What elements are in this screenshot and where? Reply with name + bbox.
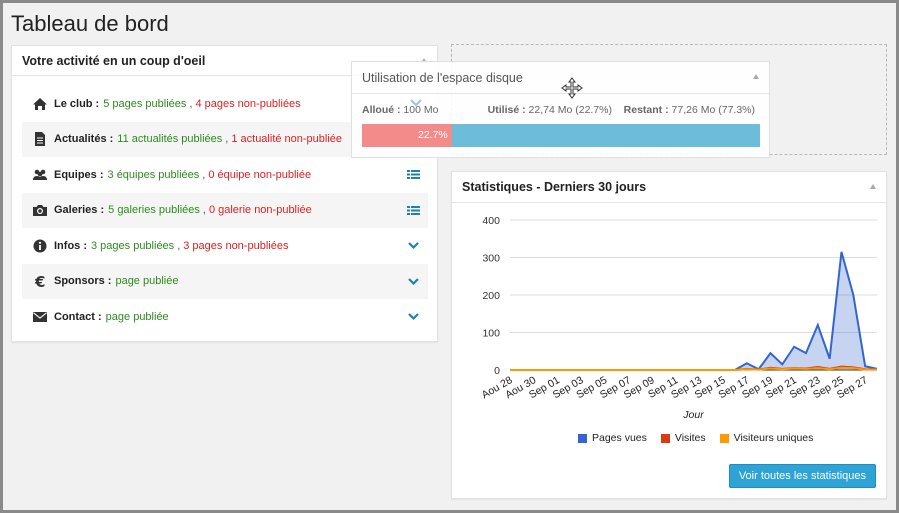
y-tick-label: 200 xyxy=(482,290,500,302)
chevron-down-icon[interactable] xyxy=(407,239,420,252)
separator: , xyxy=(202,168,206,181)
activity-row: Galeries :5 galeries publiées, 0 galerie … xyxy=(22,192,428,228)
disk-percent-label: 22.7% xyxy=(418,129,448,141)
unpublished-link[interactable]: 0 équipe non-publiée xyxy=(208,169,311,181)
activity-row: € Sponsors : page publiée xyxy=(22,263,428,299)
series-area-pages-vues xyxy=(510,251,877,370)
legend-swatch xyxy=(660,433,670,443)
activity-label: Contact : xyxy=(54,310,102,323)
y-tick-label: 400 xyxy=(482,215,500,227)
published-link[interactable]: page publiée xyxy=(106,311,169,323)
page-title: Tableau de bord xyxy=(11,11,169,36)
separator: , xyxy=(189,97,193,110)
unpublished-link[interactable]: 4 pages non-publiées xyxy=(195,98,300,110)
list-icon[interactable] xyxy=(407,204,420,217)
chevron-down-icon[interactable] xyxy=(407,275,420,288)
legend-item-pages-vues: Pages vues xyxy=(578,432,647,444)
chevron-down-icon[interactable] xyxy=(407,310,420,323)
activity-label: Infos : xyxy=(54,239,87,252)
legend-item-visites: Visites xyxy=(660,432,706,444)
activity-label: Sponsors : xyxy=(54,275,112,287)
legend-label: Pages vues xyxy=(592,432,647,444)
move-cursor-icon xyxy=(561,77,583,99)
activity-row: Contact : page publiée xyxy=(22,299,428,334)
euro-icon: € xyxy=(32,273,48,291)
info-icon xyxy=(32,238,48,254)
y-tick-label: 100 xyxy=(482,328,500,340)
published-link[interactable]: page publiée xyxy=(115,275,178,287)
chart-legend: Pages vues Visites Visiteurs uniques xyxy=(578,432,813,444)
legend-item-visiteurs-uniques: Visiteurs uniques xyxy=(719,432,814,444)
x-axis-title: Jour xyxy=(682,409,704,421)
activity-row: Equipes : 3 équipes publiées, 0 équipe non… xyxy=(22,157,428,192)
stats-panel: Statistiques - Derniers 30 jours 0 100 200… xyxy=(451,171,887,499)
stats-panel-title: Statistiques - Derniers 30 jours xyxy=(462,180,647,194)
activity-row: Infos : 3 pages publiées, 3 pages non-publ… xyxy=(22,228,428,263)
legend-swatch xyxy=(719,433,729,443)
disk-usage-panel[interactable]: Utilisation de l'espace disque Alloué : … xyxy=(351,61,770,158)
collapse-caret-icon[interactable] xyxy=(753,74,759,79)
unpublished-link[interactable]: 0 galerie non-publiée xyxy=(209,204,312,216)
disk-panel-title: Utilisation de l'espace disque xyxy=(362,71,523,85)
svg-text:€: € xyxy=(34,273,45,289)
disk-stats: Alloué : 100 Mo Utilisé : 22,74 Mo (22.7… xyxy=(362,104,759,116)
allocated-stat: Alloué : 100 Mo xyxy=(362,104,439,116)
home-icon xyxy=(32,96,48,112)
y-tick-label: 300 xyxy=(482,253,500,265)
published-link[interactable]: 11 actualités publiées xyxy=(117,133,222,145)
users-icon xyxy=(32,167,48,183)
stats-chart: 0100200300400Aou 28Aou 30Sep 01Sep 03Sep… xyxy=(480,215,878,421)
camera-icon xyxy=(32,202,48,218)
activity-label: Actualités : xyxy=(54,133,114,145)
published-link[interactable]: 5 pages publiées xyxy=(103,98,186,110)
usage-stats: Utilisé : 22,74 Mo (22.7%) Restant : 77,… xyxy=(487,104,755,116)
unpublished-link[interactable]: 1 actualité non-publiée xyxy=(231,133,342,145)
published-link[interactable]: 3 pages publiées xyxy=(91,240,174,252)
legend-label: Visites xyxy=(674,432,706,444)
stats-panel-header[interactable]: Statistiques - Derniers 30 jours xyxy=(452,172,886,203)
legend-swatch xyxy=(578,433,587,443)
disk-progress-bar: 22.7% xyxy=(362,124,760,147)
collapse-caret-icon[interactable] xyxy=(870,184,876,189)
activity-label: Equipes : xyxy=(54,168,104,181)
envelope-icon xyxy=(32,309,48,325)
published-link[interactable]: 5 galeries publiées xyxy=(108,204,200,216)
activity-label: Galeries : xyxy=(54,204,105,216)
y-tick-label: 0 xyxy=(494,365,500,377)
document-icon xyxy=(32,131,48,147)
view-all-stats-button[interactable]: Voir toutes les statistiques xyxy=(728,464,876,488)
separator: , xyxy=(225,133,229,145)
activity-panel-title: Votre activité en un coup d'oeil xyxy=(22,54,206,68)
legend-label: Visiteurs uniques xyxy=(733,432,814,444)
published-link[interactable]: 3 équipes publiées xyxy=(108,169,200,181)
separator: , xyxy=(177,239,181,252)
activity-label: Le club : xyxy=(54,97,100,110)
unpublished-link[interactable]: 3 pages non-publiées xyxy=(183,240,288,252)
separator: , xyxy=(202,204,206,216)
list-icon[interactable] xyxy=(407,168,420,181)
